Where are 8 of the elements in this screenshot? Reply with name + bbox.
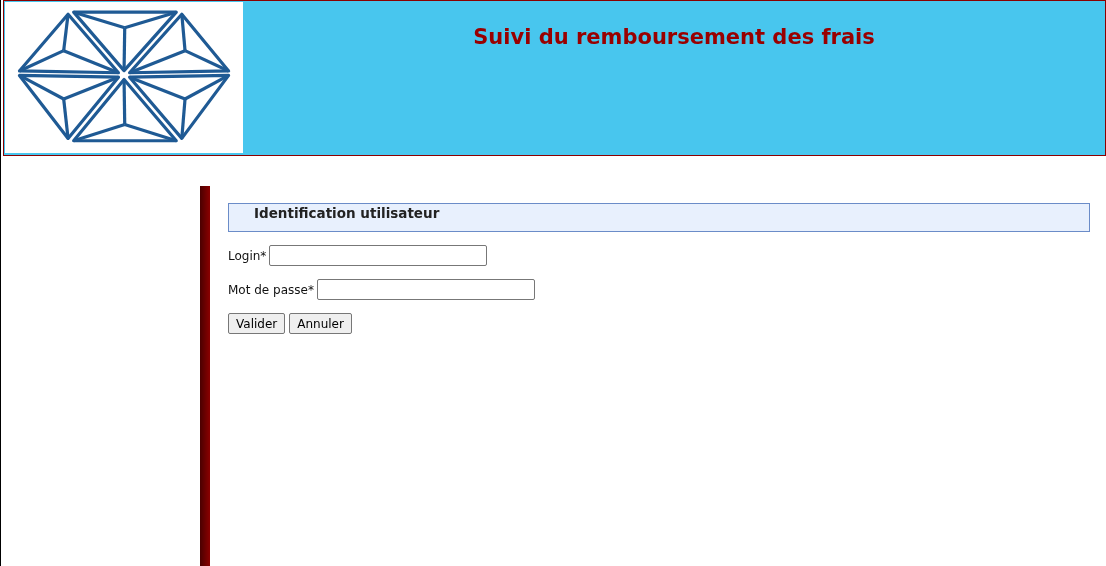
password-field[interactable] xyxy=(316,279,535,300)
cancel-button[interactable]: Annuler xyxy=(289,313,352,334)
form-title: Identification utilisateur xyxy=(254,205,440,221)
field-label: Login* xyxy=(228,248,267,263)
submit-button[interactable]: Valider xyxy=(228,313,286,334)
page-title: Suivi du remboursement des frais xyxy=(473,25,875,49)
login-field[interactable] xyxy=(269,245,488,266)
field-label: Mot de passe* xyxy=(228,282,314,297)
